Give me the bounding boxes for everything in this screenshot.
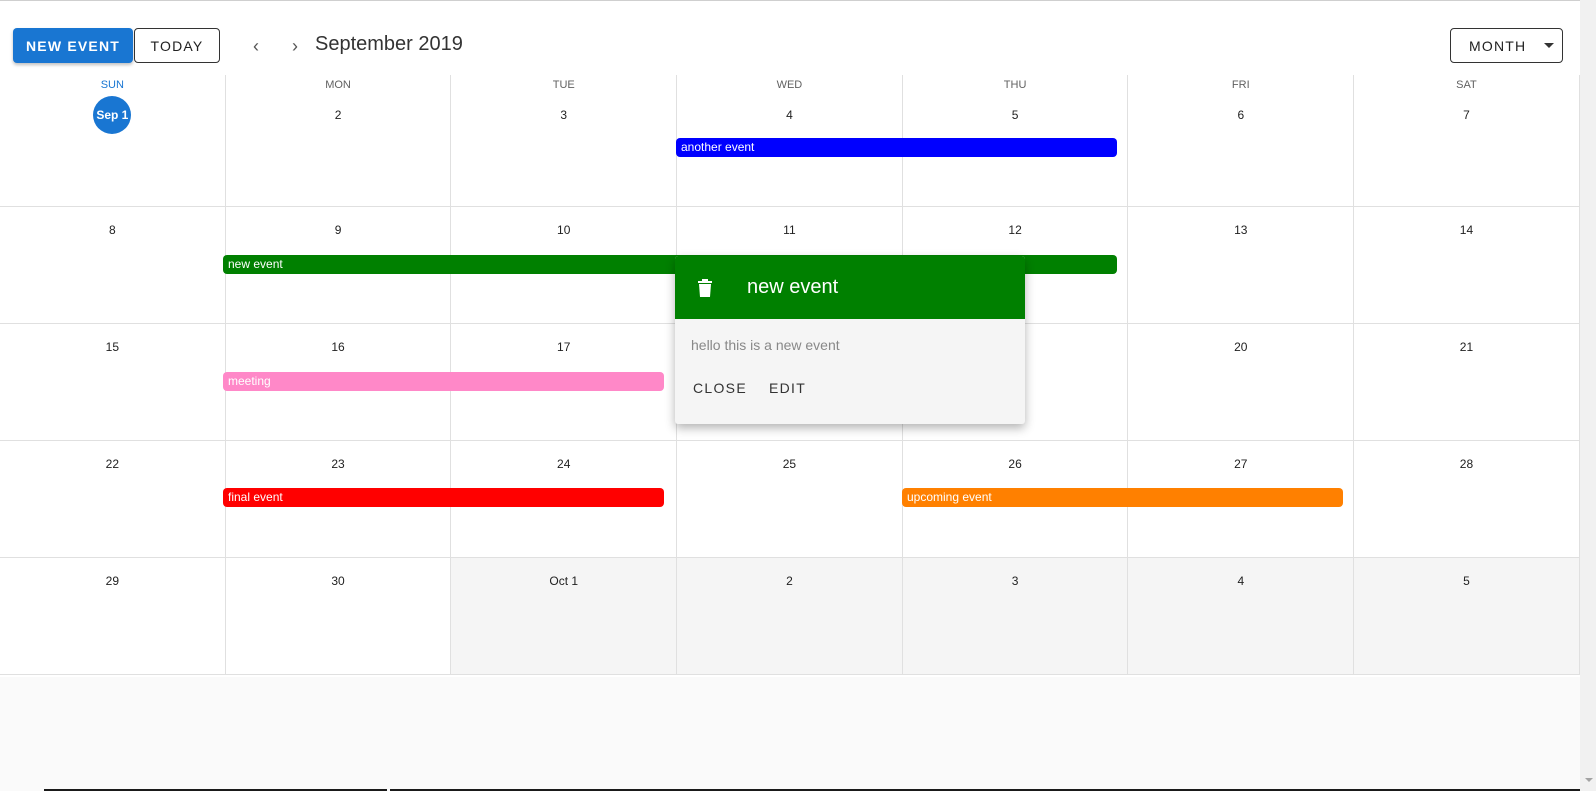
day-number[interactable]: 10 [545,211,583,249]
event-chip[interactable]: another event [676,138,1117,157]
day-cell[interactable]: 25 [677,441,903,558]
day-number[interactable]: 14 [1447,211,1485,249]
vertical-scrollbar[interactable] [1580,0,1596,791]
day-cell-outside-month[interactable]: 4 [1128,558,1355,675]
day-cell[interactable]: 22 [0,441,226,558]
day-number[interactable]: 22 [93,445,131,483]
day-number-today[interactable]: Sep 1 [93,96,132,134]
day-number[interactable]: 17 [545,328,583,366]
day-number[interactable]: 7 [1447,96,1485,134]
popup-actions: CLOSE EDIT [675,372,1025,404]
today-button[interactable]: TODAY [134,28,220,63]
day-number[interactable]: 16 [319,328,357,366]
view-type-label: MONTH [1469,37,1527,54]
calendar-title: September 2019 [315,33,463,55]
day-cell[interactable]: 13 [1128,207,1355,324]
day-number[interactable]: 27 [1222,445,1260,483]
day-cell[interactable]: MON 2 [225,75,452,207]
day-cell[interactable]: 28 [1354,441,1580,558]
day-cell-outside-month[interactable]: Oct 1 [451,558,678,675]
day-cell[interactable]: 21 [1354,324,1580,441]
day-number[interactable]: 8 [93,211,131,249]
day-number[interactable]: 25 [770,445,808,483]
day-number[interactable]: 6 [1222,96,1260,134]
day-number[interactable]: 2 [319,96,357,134]
day-number[interactable]: 23 [319,445,357,483]
day-number[interactable]: 13 [1222,211,1260,249]
day-cell[interactable]: 20 [1128,324,1355,441]
day-number[interactable]: 15 [93,328,131,366]
calendar-app: NEW EVENT TODAY ‹ › September 2019 MONTH… [0,1,1580,791]
day-cell-outside-month[interactable]: 5 [1354,558,1580,675]
popup-header: new event [675,256,1025,319]
day-cell[interactable]: 8 [0,207,226,324]
day-number[interactable]: 2 [770,562,808,600]
day-number[interactable]: 26 [996,445,1034,483]
day-cell[interactable]: TUE 3 [451,75,678,207]
day-number[interactable]: 4 [770,96,808,134]
day-number[interactable]: 29 [93,562,131,600]
calendar-toolbar: NEW EVENT TODAY ‹ › September 2019 MONTH [0,1,1580,75]
day-number[interactable]: 5 [1447,562,1485,600]
prev-month-button[interactable]: ‹ [241,31,271,61]
day-cell[interactable]: SUN Sep 1 [0,75,226,207]
day-cell[interactable]: FRI 6 [1128,75,1355,207]
caret-down-icon [1544,43,1555,48]
day-number[interactable]: 4 [1222,562,1260,600]
day-number[interactable]: 3 [996,562,1034,600]
day-cell[interactable]: 29 [0,558,226,675]
new-event-button[interactable]: NEW EVENT [13,28,133,63]
day-number[interactable]: 11 [770,211,808,249]
day-cell-outside-month[interactable]: 3 [902,558,1129,675]
day-cell[interactable]: 30 [225,558,452,675]
weekday-label: MON [325,79,351,91]
edit-button[interactable]: EDIT [759,372,816,404]
day-number[interactable]: 20 [1222,328,1260,366]
chevron-left-icon: ‹ [253,35,259,56]
scroll-down-arrow-icon[interactable] [1585,778,1593,782]
next-month-button[interactable]: › [280,31,310,61]
weekday-label: TUE [552,79,575,91]
day-number[interactable]: Oct 1 [545,562,583,600]
popup-description: hello this is a new event [691,337,840,353]
weekday-label: SAT [1456,79,1477,91]
weekday-label: SUN [100,79,124,91]
day-number[interactable]: 9 [319,211,357,249]
day-number[interactable]: 3 [545,96,583,134]
day-number[interactable]: 30 [319,562,357,600]
event-chip[interactable]: meeting [223,372,664,391]
day-cell[interactable]: 14 [1354,207,1580,324]
weekday-label: WED [776,79,803,91]
chevron-right-icon: › [292,35,298,56]
day-number[interactable]: 21 [1447,328,1485,366]
popup-title: new event [747,276,839,298]
trash-icon[interactable] [693,276,717,300]
day-number[interactable]: 24 [545,445,583,483]
day-number[interactable]: 12 [996,211,1034,249]
view-type-dropdown[interactable]: MONTH [1450,28,1563,63]
weekday-label: FRI [1231,79,1250,91]
day-number[interactable]: 5 [996,96,1034,134]
event-details-popup: new event hello this is a new event CLOS… [675,256,1025,424]
day-cell[interactable]: SAT 7 [1354,75,1580,207]
weekday-label: THU [1003,79,1027,91]
day-cell-outside-month[interactable]: 2 [677,558,903,675]
close-button[interactable]: CLOSE [683,372,757,404]
day-cell[interactable]: 15 [0,324,226,441]
event-chip[interactable]: final event [223,488,664,507]
day-number[interactable]: 28 [1447,445,1485,483]
event-chip[interactable]: upcoming event [902,488,1343,507]
